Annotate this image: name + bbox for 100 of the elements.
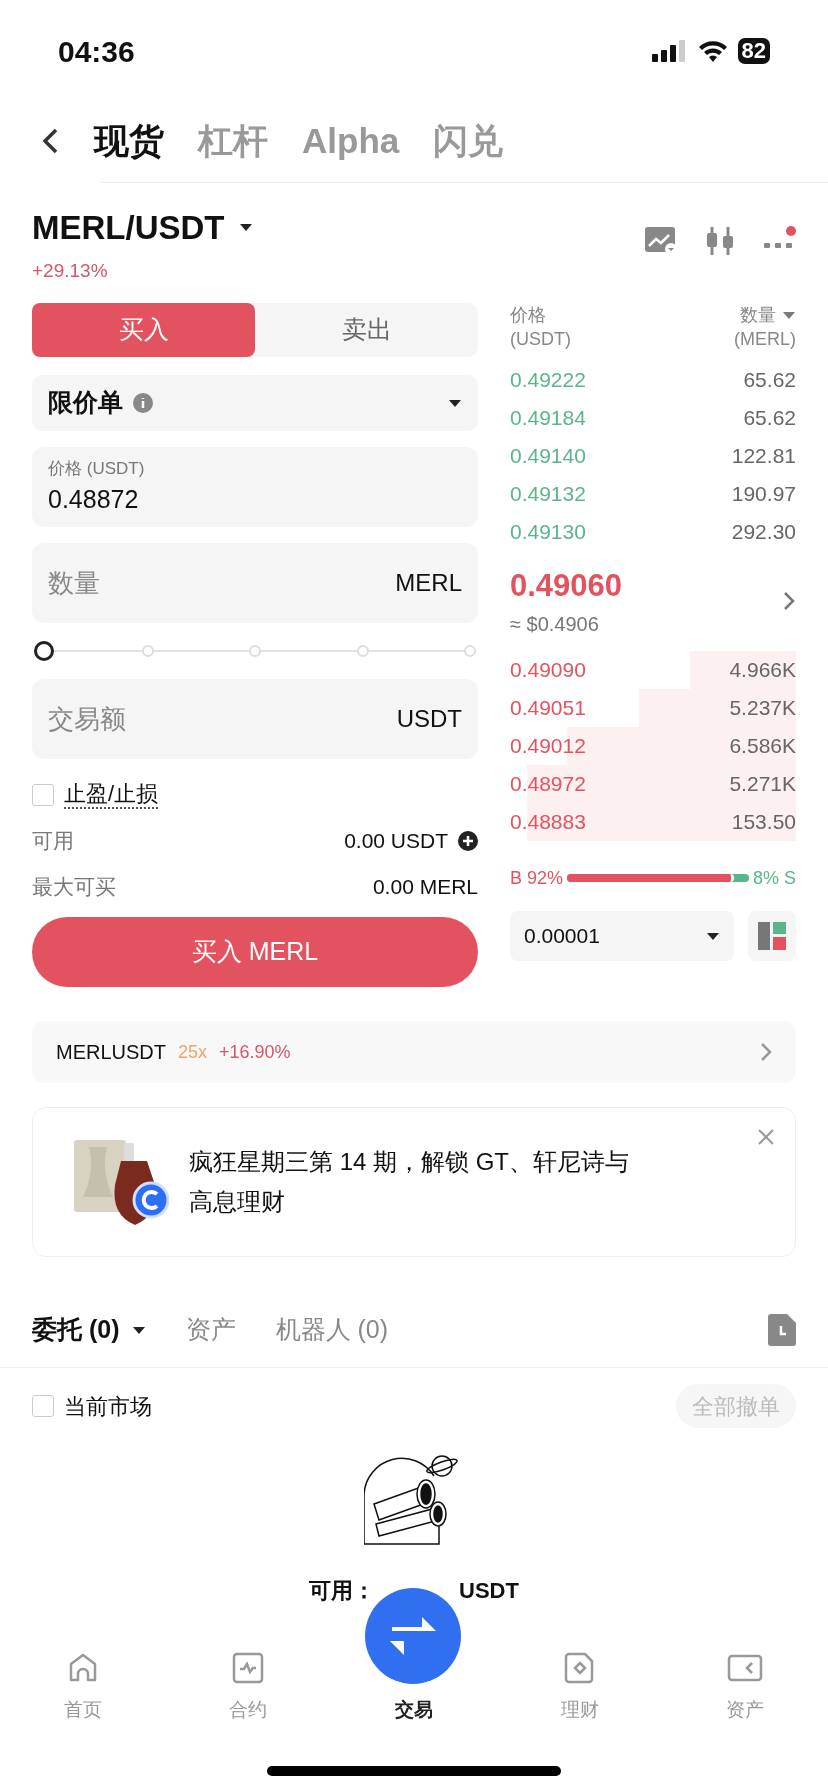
order-type-select[interactable]: 限价单 <box>32 375 478 431</box>
bid-quantity: 5.237K <box>729 695 796 722</box>
tpsl-link[interactable]: 止盈/止损 <box>64 781 159 809</box>
caret-icon <box>238 223 253 233</box>
caret-icon <box>131 1325 146 1335</box>
buy-button[interactable]: 买入 MERL <box>32 917 478 987</box>
pair-name[interactable]: MERL/USDT <box>32 203 225 253</box>
top-tab[interactable]: 现货 <box>94 114 164 168</box>
side-tab[interactable]: 卖出 <box>255 303 478 357</box>
price-field[interactable]: 价格 (USDT) 0.48872 <box>32 447 478 527</box>
bid-price: 0.49012 <box>510 733 586 760</box>
wifi-icon <box>697 40 728 62</box>
price-value: 0.48872 <box>48 484 140 515</box>
futures-symbol: MERLUSDT <box>56 1040 166 1065</box>
price-field-label: 价格 (USDT) <box>48 457 146 480</box>
bid-price: 0.49090 <box>510 657 586 684</box>
promo-banner[interactable]: 疯狂星期三第 14 期，解锁 GT、轩尼诗与高息理财 <box>32 1107 796 1257</box>
nav-label: 首页 <box>63 1697 102 1722</box>
slider-tick <box>464 645 476 657</box>
ask-quantity: 190.97 <box>731 481 796 508</box>
ask-quantity: 292.30 <box>731 519 796 546</box>
amount-field[interactable]: 数量 MERL <box>32 543 478 623</box>
plus-icon[interactable] <box>458 831 478 851</box>
nav-item[interactable]: 交易 <box>395 1695 433 1724</box>
slider-thumb[interactable] <box>34 641 54 661</box>
quantity-header[interactable]: 数量 <box>740 303 776 327</box>
chevron-right-icon <box>760 1042 772 1062</box>
close-icon[interactable] <box>757 1128 775 1146</box>
top-tab[interactable]: Alpha <box>302 114 400 168</box>
unit-label: USDT <box>396 704 462 734</box>
price-header: 价格 <box>510 304 547 327</box>
checkbox[interactable] <box>32 784 54 806</box>
ask-price: 0.49222 <box>510 367 586 394</box>
nav-item[interactable]: 资产 <box>662 1620 828 1740</box>
slider-tick <box>249 645 261 657</box>
amount-placeholder: 数量 <box>48 566 100 600</box>
bid-price: 0.49051 <box>510 695 586 722</box>
max-buy-label: 最大可买 <box>32 874 116 901</box>
layout-button[interactable] <box>748 911 796 961</box>
precision-value: 0.00001 <box>524 923 600 950</box>
slider-tick <box>356 645 369 657</box>
price-unit: (USDT) <box>510 328 571 351</box>
available-label: 可用 <box>32 828 74 855</box>
bid-price: 0.48883 <box>510 809 586 836</box>
nav-item[interactable]: 首页 <box>0 1620 166 1740</box>
sell-ratio: 8% S <box>752 866 796 890</box>
top-tab[interactable]: 闪兑 <box>433 114 504 168</box>
quantity-unit: (MERL) <box>734 328 796 351</box>
side-tab[interactable]: 买入 <box>32 303 255 357</box>
nav-item[interactable]: 理财 <box>496 1620 663 1740</box>
candlestick-icon[interactable] <box>704 225 736 257</box>
ask-quantity: 122.81 <box>731 443 796 470</box>
order-tab[interactable]: 资产 <box>185 1311 236 1349</box>
nav-item[interactable]: 合约 <box>165 1620 332 1740</box>
back-icon[interactable] <box>40 127 60 155</box>
unit-label: MERL <box>395 568 462 598</box>
bid-row[interactable]: 0.49051 5.237K <box>510 689 796 727</box>
leverage: 25x <box>178 1040 208 1064</box>
order-tab[interactable]: 委托 (0) <box>32 1311 120 1349</box>
caret-icon <box>706 931 720 941</box>
bid-quantity: 6.586K <box>729 733 796 760</box>
current-market-label: 当前市场 <box>64 1392 152 1421</box>
futures-row[interactable]: MERLUSDT 25x +16.90% <box>32 1021 796 1083</box>
bid-price: 0.48972 <box>510 771 586 798</box>
precision-select[interactable]: 0.00001 <box>510 911 734 961</box>
signal-icon <box>651 40 688 62</box>
last-price-usd: ≈ $0.4906 <box>510 612 600 638</box>
available-balance-unit: USDT <box>459 1577 519 1605</box>
ask-quantity: 65.62 <box>743 367 796 394</box>
checkbox[interactable] <box>32 1395 54 1417</box>
buy-ratio: B 92% <box>510 866 564 890</box>
bid-row[interactable]: 0.49090 4.966K <box>510 651 796 689</box>
bid-quantity: 153.50 <box>731 809 796 836</box>
ask-price: 0.49184 <box>510 405 586 432</box>
order-tab[interactable]: 机器人 (0) <box>275 1311 388 1349</box>
bid-row[interactable]: 0.48883 153.50 <box>510 803 796 841</box>
status-time: 04:36 <box>58 33 135 70</box>
nav-label: 合约 <box>229 1697 268 1722</box>
chevron-right-icon[interactable] <box>782 590 796 612</box>
available-balance-label: 可用： <box>309 1577 376 1605</box>
max-buy-value: 0.00 MERL <box>372 874 478 901</box>
banner-text: 疯狂星期三第 14 期，解锁 GT、轩尼诗与高息理财 <box>189 1147 631 1217</box>
bid-row[interactable]: 0.48972 5.271K <box>510 765 796 803</box>
layout-icon <box>758 922 786 950</box>
caret-icon <box>782 310 796 320</box>
history-icon[interactable] <box>768 1314 796 1346</box>
battery-indicator: 82 <box>737 38 770 64</box>
available-value: 0.00 USDT <box>344 828 448 855</box>
total-field[interactable]: 交易额 USDT <box>32 679 478 759</box>
slider-tick <box>141 645 154 657</box>
ask-price: 0.49140 <box>510 443 586 470</box>
total-placeholder: 交易额 <box>48 702 126 736</box>
bid-row[interactable]: 0.49012 6.586K <box>510 727 796 765</box>
top-tab[interactable]: 杠杆 <box>198 114 268 168</box>
ask-quantity: 65.62 <box>743 405 796 432</box>
price-change: +29.13% <box>32 258 109 283</box>
nav-label: 资产 <box>726 1697 765 1722</box>
ask-price: 0.49130 <box>510 519 586 546</box>
info-icon[interactable] <box>133 393 153 413</box>
nav-label: 理财 <box>560 1697 599 1722</box>
